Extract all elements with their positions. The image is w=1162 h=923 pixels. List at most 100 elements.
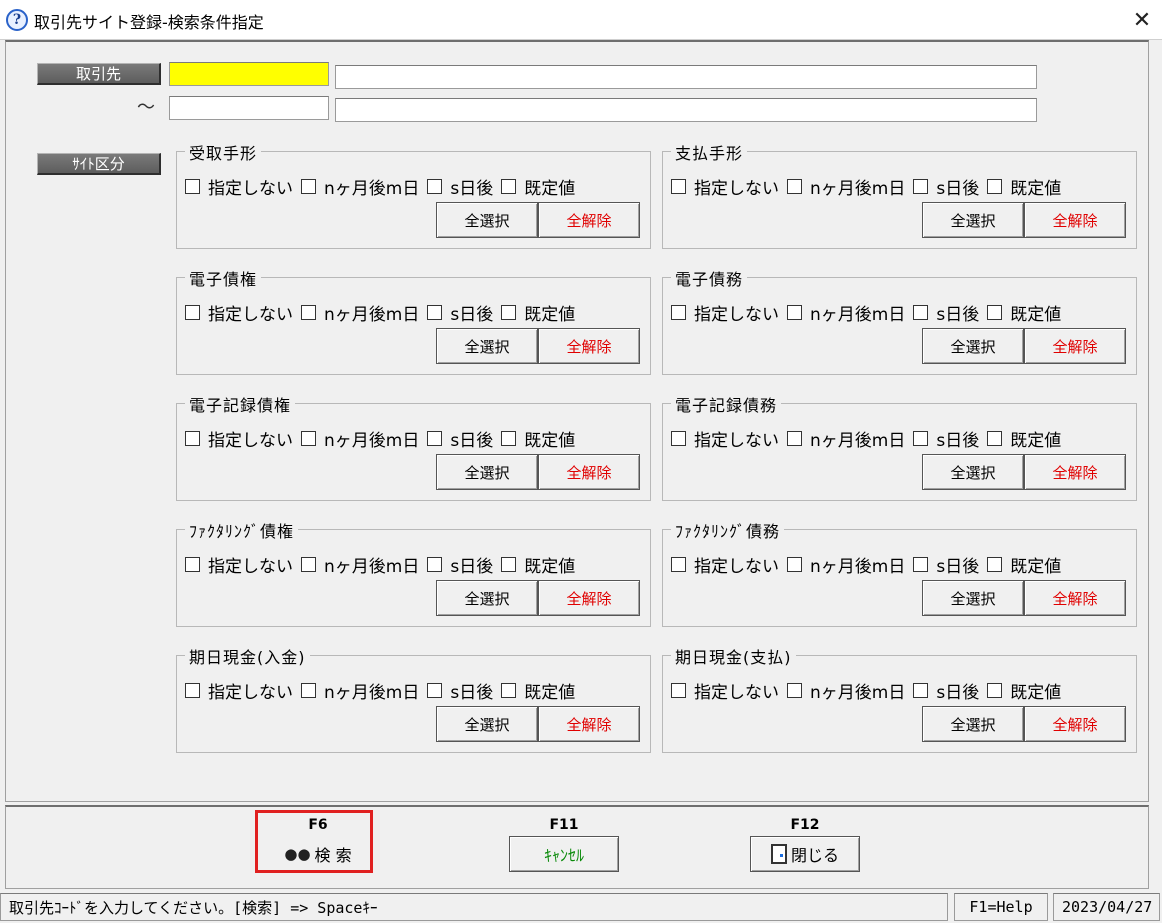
site-option[interactable]: nヶ月後m日 [301, 300, 419, 325]
site-option[interactable]: 指定しない [671, 174, 779, 199]
clear-all-button[interactable]: 全解除 [538, 706, 640, 742]
site-option[interactable]: s日後 [913, 174, 979, 199]
site-option-checkbox[interactable] [987, 683, 1003, 698]
select-all-button[interactable]: 全選択 [922, 580, 1024, 616]
select-all-button[interactable]: 全選択 [922, 328, 1024, 364]
site-option-checkbox[interactable] [987, 557, 1003, 572]
site-option-checkbox[interactable] [185, 431, 200, 446]
site-option[interactable]: s日後 [913, 552, 979, 577]
select-all-button[interactable]: 全選択 [436, 202, 538, 238]
torihikisaki-code-from-input[interactable] [169, 62, 329, 86]
torihikisaki-code-to-input[interactable] [169, 96, 329, 120]
site-option[interactable]: nヶ月後m日 [301, 426, 419, 451]
site-option-checkbox[interactable] [787, 557, 802, 572]
site-option-checkbox[interactable] [301, 305, 316, 320]
site-option-checkbox[interactable] [427, 305, 443, 320]
site-option-checkbox[interactable] [913, 557, 929, 572]
select-all-button[interactable]: 全選択 [436, 328, 538, 364]
site-option[interactable]: 既定値 [501, 174, 575, 199]
clear-all-button[interactable]: 全解除 [1024, 454, 1126, 490]
site-option[interactable]: 指定しない [671, 426, 779, 451]
site-option-checkbox[interactable] [501, 305, 517, 320]
site-option-checkbox[interactable] [787, 431, 802, 446]
site-option-checkbox[interactable] [987, 305, 1003, 320]
site-option-checkbox[interactable] [913, 683, 929, 698]
site-option-checkbox[interactable] [427, 431, 443, 446]
site-option[interactable]: nヶ月後m日 [301, 552, 419, 577]
select-all-button[interactable]: 全選択 [436, 454, 538, 490]
site-option[interactable]: s日後 [427, 552, 493, 577]
site-option-checkbox[interactable] [301, 557, 316, 572]
site-option-checkbox[interactable] [671, 683, 686, 698]
site-option[interactable]: 指定しない [185, 300, 293, 325]
site-option[interactable]: 既定値 [501, 300, 575, 325]
clear-all-button[interactable]: 全解除 [1024, 706, 1126, 742]
site-option[interactable]: nヶ月後m日 [787, 552, 905, 577]
select-all-button[interactable]: 全選択 [436, 706, 538, 742]
site-option[interactable]: 指定しない [671, 552, 779, 577]
site-option[interactable]: 既定値 [987, 552, 1061, 577]
clear-all-button[interactable]: 全解除 [538, 202, 640, 238]
select-all-button[interactable]: 全選択 [922, 706, 1024, 742]
site-option-checkbox[interactable] [501, 431, 517, 446]
site-option[interactable]: s日後 [913, 426, 979, 451]
site-option-checkbox[interactable] [787, 179, 802, 194]
site-option-checkbox[interactable] [185, 179, 200, 194]
site-option[interactable]: nヶ月後m日 [787, 300, 905, 325]
clear-all-button[interactable]: 全解除 [538, 454, 640, 490]
site-option-checkbox[interactable] [301, 179, 316, 194]
site-option-checkbox[interactable] [987, 179, 1003, 194]
site-option-checkbox[interactable] [301, 683, 316, 698]
site-option[interactable]: 既定値 [501, 552, 575, 577]
site-option-checkbox[interactable] [427, 179, 443, 194]
site-option[interactable]: 指定しない [185, 174, 293, 199]
site-option[interactable]: 指定しない [185, 678, 293, 703]
site-option[interactable]: 既定値 [501, 426, 575, 451]
clear-all-button[interactable]: 全解除 [1024, 580, 1126, 616]
site-option-checkbox[interactable] [427, 557, 443, 572]
site-option-checkbox[interactable] [301, 431, 316, 446]
clear-all-button[interactable]: 全解除 [1024, 202, 1126, 238]
site-option-checkbox[interactable] [787, 683, 802, 698]
site-option[interactable]: nヶ月後m日 [787, 426, 905, 451]
clear-all-button[interactable]: 全解除 [1024, 328, 1126, 364]
site-option[interactable]: nヶ月後m日 [787, 678, 905, 703]
site-option-checkbox[interactable] [913, 179, 929, 194]
site-option-checkbox[interactable] [671, 431, 686, 446]
site-option[interactable]: 既定値 [987, 300, 1061, 325]
site-option[interactable]: 指定しない [185, 552, 293, 577]
select-all-button[interactable]: 全選択 [922, 202, 1024, 238]
site-option[interactable]: s日後 [427, 300, 493, 325]
clear-all-button[interactable]: 全解除 [538, 328, 640, 364]
site-option[interactable]: 既定値 [987, 678, 1061, 703]
site-option[interactable]: 既定値 [501, 678, 575, 703]
site-option[interactable]: 既定値 [987, 174, 1061, 199]
site-option[interactable]: s日後 [913, 300, 979, 325]
site-option[interactable]: nヶ月後m日 [301, 174, 419, 199]
site-option-checkbox[interactable] [501, 179, 517, 194]
site-option-checkbox[interactable] [185, 683, 200, 698]
close-window-button[interactable]: 閉じる [750, 836, 860, 872]
site-option-checkbox[interactable] [501, 557, 517, 572]
site-option-checkbox[interactable] [913, 431, 929, 446]
site-option[interactable]: s日後 [427, 426, 493, 451]
site-option[interactable]: 既定値 [987, 426, 1061, 451]
site-option[interactable]: s日後 [913, 678, 979, 703]
clear-all-button[interactable]: 全解除 [538, 580, 640, 616]
site-option-checkbox[interactable] [671, 179, 686, 194]
cancel-button[interactable]: ｷｬﾝｾﾙ [509, 836, 619, 872]
site-option[interactable]: 指定しない [185, 426, 293, 451]
site-option-checkbox[interactable] [987, 431, 1003, 446]
select-all-button[interactable]: 全選択 [922, 454, 1024, 490]
site-option-checkbox[interactable] [787, 305, 802, 320]
select-all-button[interactable]: 全選択 [436, 580, 538, 616]
site-option[interactable]: 指定しない [671, 300, 779, 325]
site-option-checkbox[interactable] [913, 305, 929, 320]
site-option-checkbox[interactable] [185, 305, 200, 320]
close-button[interactable]: ✕ [1122, 0, 1162, 40]
site-option[interactable]: 指定しない [671, 678, 779, 703]
site-option-checkbox[interactable] [427, 683, 443, 698]
site-option-checkbox[interactable] [671, 557, 686, 572]
site-option[interactable]: s日後 [427, 678, 493, 703]
site-option[interactable]: nヶ月後m日 [787, 174, 905, 199]
